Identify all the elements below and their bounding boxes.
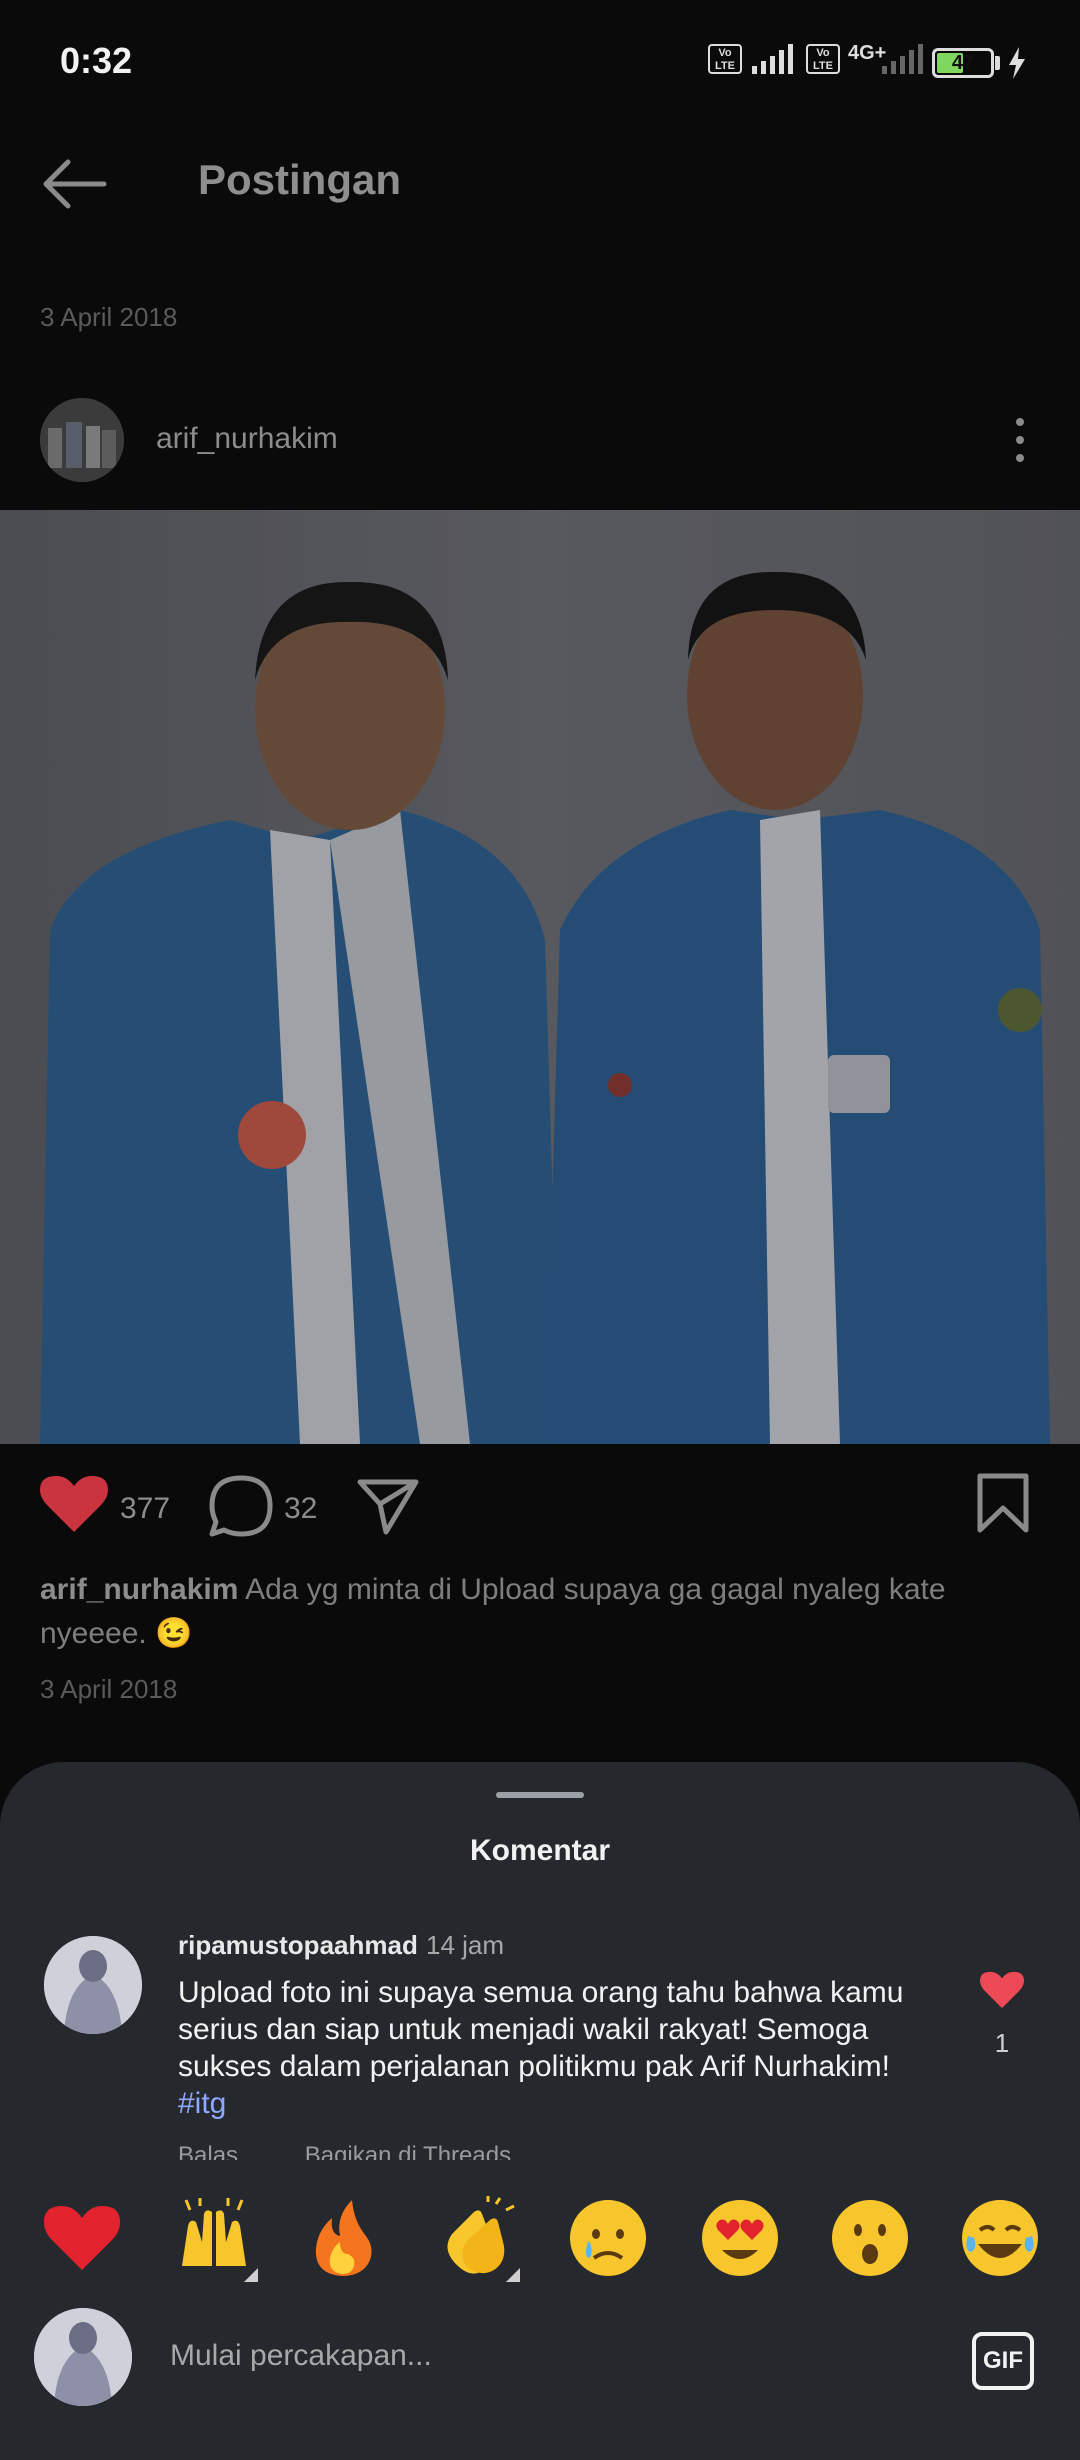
- share-paper-plane-icon[interactable]: [356, 1476, 420, 1536]
- volte-icon-2: Vo LTE: [806, 44, 840, 74]
- comment-time: 14 jam: [426, 1930, 505, 1960]
- author-avatar[interactable]: [40, 398, 124, 482]
- post-date: 3 April 2018: [40, 1674, 178, 1704]
- reaction-raising-hands[interactable]: [172, 2196, 258, 2282]
- reaction-heart-eyes[interactable]: [698, 2196, 782, 2280]
- more-vertical-icon[interactable]: [1010, 412, 1030, 468]
- comment-input[interactable]: [170, 2326, 930, 2386]
- reaction-fire[interactable]: [300, 2196, 384, 2280]
- clock: 0:32: [60, 40, 133, 81]
- reaction-heart[interactable]: [40, 2196, 124, 2280]
- comment-body: Upload foto ini supaya semua orang tahu …: [178, 1976, 904, 2083]
- sheet-title: Komentar: [469, 1834, 611, 1867]
- caption-username[interactable]: arif_nurhakim: [40, 1573, 238, 1606]
- author-username[interactable]: arif_nurhakim: [156, 422, 338, 456]
- heart-icon[interactable]: [40, 1474, 108, 1534]
- signal-icon: [752, 44, 793, 74]
- charging-icon: [1009, 47, 1025, 79]
- comment-actions: Balas Bagikan di Threads: [178, 2142, 571, 2160]
- page-title: Postingan: [198, 156, 402, 203]
- post-photo[interactable]: [0, 510, 1080, 1444]
- back-arrow-icon[interactable]: [40, 156, 110, 212]
- network-type: 4G+: [848, 42, 887, 64]
- comment-text: Upload foto ini supaya semua orang tahu …: [178, 1974, 938, 2122]
- current-user-avatar[interactable]: [34, 2308, 132, 2406]
- battery-icon: 47: [932, 48, 994, 78]
- commenter-avatar[interactable]: [44, 1936, 142, 2034]
- share-threads-button[interactable]: Bagikan di Threads: [305, 2142, 511, 2160]
- comment-like-count: 1: [994, 2028, 1010, 2058]
- comments-sheet: Komentar ripamustopaahmad 14 jam Upload …: [0, 1762, 1080, 2460]
- comment-input-row: GIF: [0, 2282, 1080, 2460]
- like-count[interactable]: 377: [120, 1492, 170, 1526]
- drag-handle[interactable]: [496, 1792, 584, 1798]
- reaction-laughing[interactable]: [958, 2196, 1042, 2280]
- comment-bubble-icon[interactable]: [208, 1474, 274, 1538]
- battery-level: 47: [951, 52, 975, 74]
- volte-icon: Vo LTE: [708, 44, 742, 74]
- reaction-clapping[interactable]: [434, 2196, 520, 2282]
- bookmark-icon[interactable]: [976, 1472, 1030, 1534]
- gif-icon[interactable]: GIF: [972, 2332, 1034, 2390]
- comment-hashtag[interactable]: #itg: [178, 2087, 226, 2120]
- reaction-surprised[interactable]: [828, 2196, 912, 2280]
- comment-count[interactable]: 32: [284, 1492, 317, 1526]
- reply-button[interactable]: Balas: [178, 2142, 238, 2160]
- battery-cap: [995, 56, 1000, 70]
- previous-post-date: 3 April 2018: [40, 302, 178, 332]
- reaction-crying[interactable]: [566, 2196, 650, 2280]
- commenter-username[interactable]: ripamustopaahmad: [178, 1930, 418, 1961]
- status-bar: 0:32 Vo LTE Vo LTE 4G+ 47: [0, 0, 1080, 130]
- comment-heart-icon[interactable]: [980, 1970, 1024, 2010]
- post-caption: arif_nurhakim Ada yg minta di Upload sup…: [40, 1568, 1040, 1656]
- signal-icon-2: [882, 44, 923, 74]
